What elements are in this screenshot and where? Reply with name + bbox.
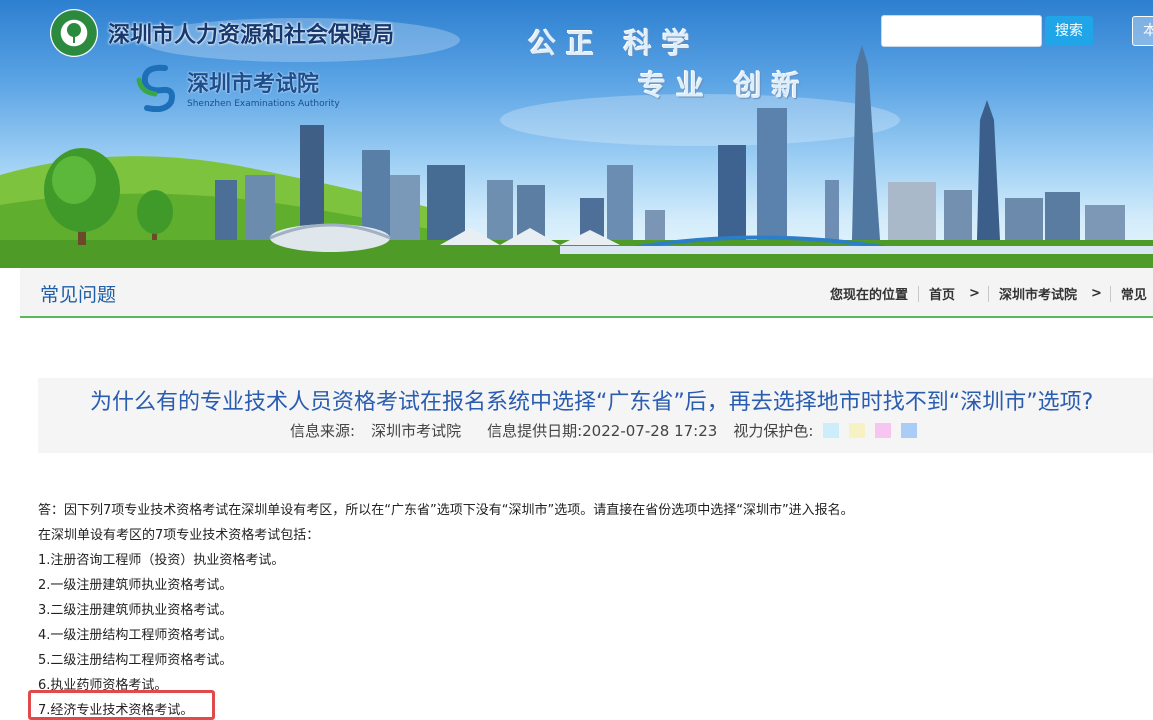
eye-care-swatch-blue[interactable] [901,423,918,438]
exam-authority-mark-icon [136,64,175,112]
header-banner: 深圳市人力资源和社会保障局 深圳市考试院 Shenzhen Examinatio… [0,0,1153,268]
article-header: 为什么有的专业技术人员资格考试在报名系统中选择“广东省”后，再去选择地市时找不到… [38,378,1153,453]
article-meta: 信息来源: 深圳市考试院 信息提供日期: 2022-07-28 17:23 视力… [290,420,918,441]
tree-emblem-icon [50,9,98,57]
answer-paragraph: 答：因下列7项专业技术资格考试在深圳单设有考区，所以在“广东省”选项下没有“深圳… [38,503,854,518]
list-item: 1.注册咨询工程师（投资）执业资格考试。 [38,553,285,568]
source-label: 信息来源: [290,422,356,440]
breadcrumb-item-home[interactable]: 首页 [929,284,955,303]
list-item: 5.二级注册结构工程师资格考试。 [38,653,233,668]
list-item: 2.一级注册建筑师执业资格考试。 [38,578,233,593]
eye-care-swatch-cyan[interactable] [823,423,840,438]
header-extra-button[interactable]: 本 [1132,16,1153,46]
eye-care-swatch-pink[interactable] [875,423,892,438]
breadcrumb-bar: 常见问题 您现在的位置 首页 > 深圳市考试院 > 常见 [20,268,1153,318]
breadcrumb: 您现在的位置 首页 > 深圳市考试院 > 常见 [830,284,1147,303]
source-value: 深圳市考试院 [371,422,462,440]
breadcrumb-location-label: 您现在的位置 [830,288,909,303]
search-input[interactable] [881,15,1042,47]
breadcrumb-divider [987,285,989,302]
breadcrumb-item-faq[interactable]: 常见 [1121,284,1147,303]
chevron-right-icon: > [1090,286,1102,301]
search-button[interactable]: 搜索 [1045,16,1093,46]
slogan-line-1: 公正 科学 [528,27,700,60]
exam-authority-name-cn: 深圳市考试院 [187,71,320,97]
eye-care-swatch-yellow[interactable] [849,423,866,438]
org-title: 深圳市人力资源和社会保障局 [108,23,395,48]
breadcrumb-divider [1109,285,1111,302]
exam-authority-logo[interactable]: 深圳市考试院 Shenzhen Examinations Authority [135,62,340,112]
slogan-line-2: 专业 创新 [638,69,810,102]
article-title: 为什么有的专业技术人员资格考试在报名系统中选择“广东省”后，再去选择地市时找不到… [90,390,1094,415]
exam-authority-name-en: Shenzhen Examinations Authority [187,98,340,109]
highlight-annotation-box [28,690,215,720]
list-item: 3.二级注册建筑师执业资格考试。 [38,603,233,618]
section-title: 常见问题 [40,284,117,306]
chevron-right-icon: > [969,286,980,301]
mohrss-logo[interactable]: 深圳市人力资源和社会保障局 [50,9,394,57]
article-content: 答：因下列7项专业技术资格考试在深圳单设有考区，所以在“广东省”选项下没有“深圳… [38,498,1138,720]
date-label: 信息提供日期: [487,422,583,440]
list-item: 4.一级注册结构工程师资格考试。 [38,628,233,643]
date-value: 2022-07-28 17:23 [582,421,718,440]
breadcrumb-item-exam-authority[interactable]: 深圳市考试院 [999,284,1077,303]
list-intro: 在深圳单设有考区的7项专业技术资格考试包括： [38,528,320,543]
eye-care-label: 视力保护色: [733,422,814,440]
breadcrumb-divider [918,285,920,302]
